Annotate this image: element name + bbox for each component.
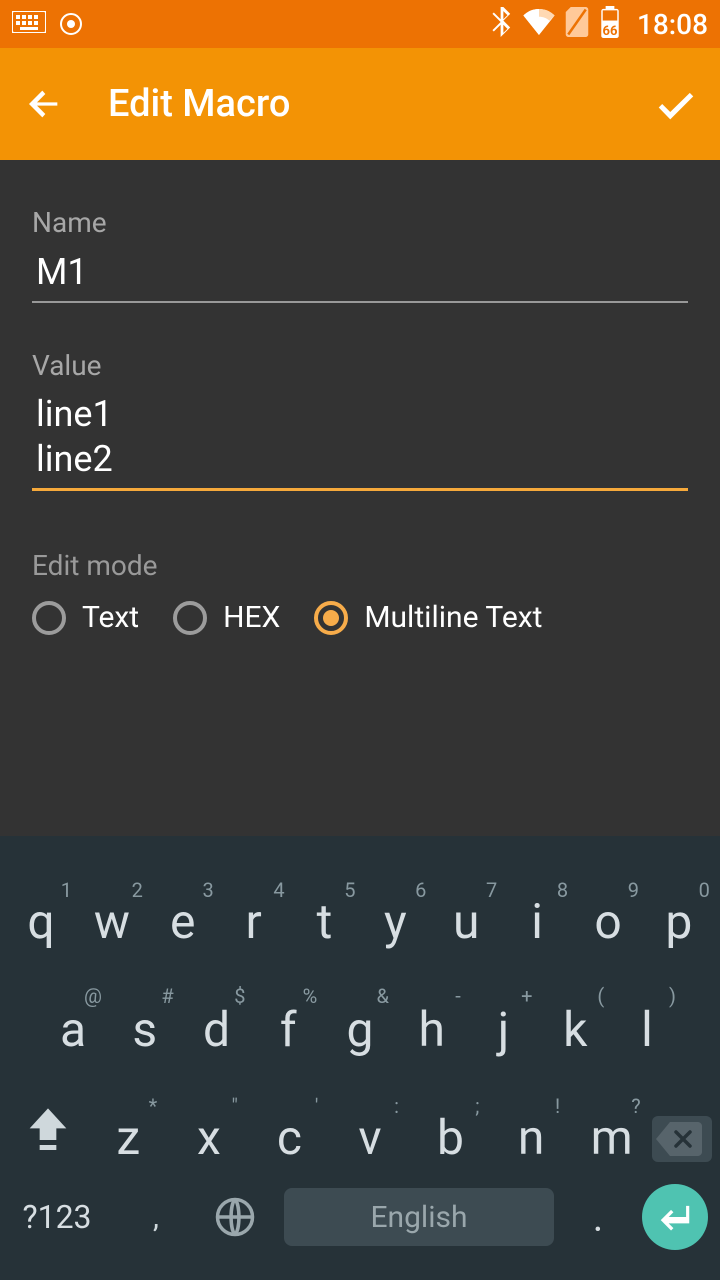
radio-icon	[173, 601, 207, 635]
name-input[interactable]	[32, 239, 688, 303]
key-c[interactable]: 'c	[256, 1114, 322, 1162]
key-v[interactable]: :v	[337, 1114, 403, 1162]
key-d[interactable]: $d	[184, 1006, 250, 1054]
battery-level: 66	[599, 24, 621, 39]
key-s[interactable]: #s	[112, 1006, 178, 1054]
key-p[interactable]: 0p	[646, 898, 712, 946]
space-key[interactable]: English	[284, 1188, 554, 1246]
page-title: Edit Macro	[108, 82, 290, 126]
radio-multiline-text[interactable]: Multiline Text	[314, 600, 542, 635]
key-y[interactable]: 6y	[362, 898, 428, 946]
editmode-radio-group: Text HEX Multiline Text	[32, 600, 688, 635]
soft-keyboard: 1q2w3e4r5t6y7u8i9o0p @a#s$d%f&g-h+j(k)l …	[0, 836, 720, 1280]
name-label: Name	[32, 206, 688, 239]
key-o[interactable]: 9o	[575, 898, 641, 946]
key-r[interactable]: 4r	[221, 898, 287, 946]
radio-hex[interactable]: HEX	[173, 600, 280, 635]
key-x[interactable]: "x	[176, 1114, 242, 1162]
app-bar: Edit Macro	[0, 48, 720, 160]
battery-icon: 66	[599, 6, 621, 42]
key-n[interactable]: !n	[498, 1114, 564, 1162]
key-j[interactable]: +j	[471, 1006, 537, 1054]
key-h[interactable]: -h	[399, 1006, 465, 1054]
key-u[interactable]: 7u	[433, 898, 499, 946]
value-input[interactable]	[32, 382, 688, 491]
radio-label: HEX	[223, 600, 280, 635]
bluetooth-icon	[491, 7, 513, 41]
key-t[interactable]: 5t	[292, 898, 358, 946]
radio-icon	[314, 601, 348, 635]
key-i[interactable]: 8i	[504, 898, 570, 946]
language-key[interactable]	[210, 1192, 260, 1242]
wifi-icon	[523, 9, 555, 39]
radio-label: Multiline Text	[364, 600, 542, 635]
no-sim-icon	[565, 7, 589, 41]
key-a[interactable]: @a	[40, 1006, 106, 1054]
keyboard-indicator-icon	[12, 11, 46, 37]
backspace-key[interactable]	[652, 1116, 712, 1162]
key-z[interactable]: *z	[95, 1114, 161, 1162]
key-g[interactable]: &g	[327, 1006, 393, 1054]
radio-icon	[32, 601, 66, 635]
symbols-key[interactable]: ?123	[12, 1198, 102, 1236]
key-e[interactable]: 3e	[150, 898, 216, 946]
shift-key[interactable]	[8, 1098, 88, 1162]
key-m[interactable]: ?m	[579, 1114, 645, 1162]
key-f[interactable]: %f	[255, 1006, 321, 1054]
status-bar: 66 18:08	[0, 0, 720, 48]
value-label: Value	[32, 349, 688, 382]
comma-key[interactable]: ,	[126, 1200, 186, 1235]
form-content: Name Value Edit mode Text HEX Multiline …	[0, 160, 720, 635]
radio-text[interactable]: Text	[32, 600, 139, 635]
key-w[interactable]: 2w	[79, 898, 145, 946]
record-indicator-icon	[60, 13, 82, 35]
key-q[interactable]: 1q	[8, 898, 74, 946]
enter-key[interactable]	[642, 1184, 708, 1250]
space-label: English	[370, 1200, 467, 1235]
radio-label: Text	[82, 600, 139, 635]
editmode-label: Edit mode	[32, 549, 688, 582]
key-k[interactable]: (k	[542, 1006, 608, 1054]
key-l[interactable]: )l	[614, 1006, 680, 1054]
period-key[interactable]: .	[578, 1194, 618, 1241]
confirm-button[interactable]	[652, 80, 700, 128]
key-b[interactable]: ;b	[418, 1114, 484, 1162]
status-time: 18:08	[637, 8, 708, 41]
back-button[interactable]	[20, 80, 68, 128]
